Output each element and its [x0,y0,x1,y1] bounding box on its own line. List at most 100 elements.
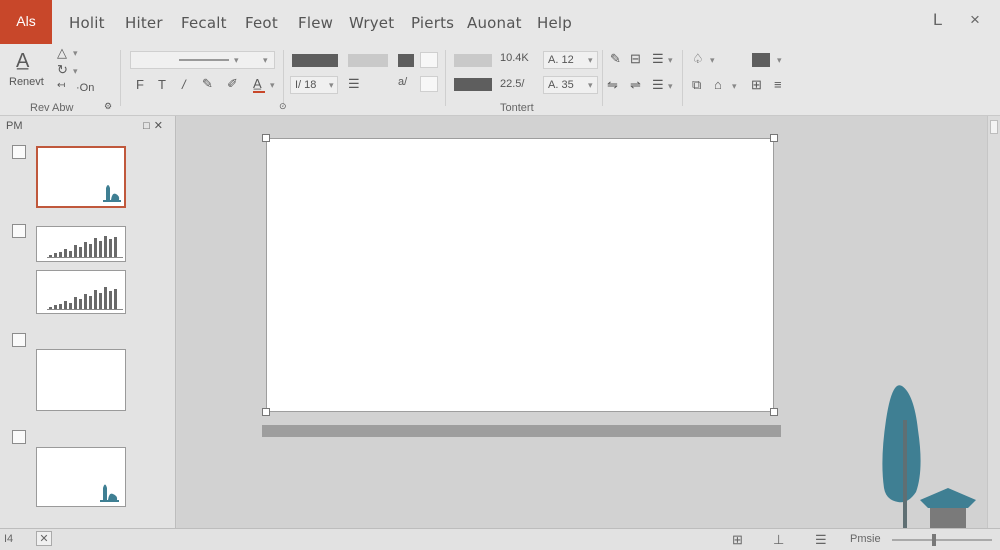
reading-view-icon[interactable]: ☰ [815,532,827,548]
spacing-value-b: A. 35 [548,79,574,91]
renew-button[interactable]: Renevt [9,76,44,88]
spacing-value-a: A. 12 [548,54,574,66]
dialog-launcher-icon[interactable]: ⊙ [279,102,287,111]
chevron-down-icon[interactable]: ▾ [270,80,275,91]
chevron-down-icon[interactable]: ▾ [668,81,673,92]
triangle-icon[interactable]: △ [57,46,67,59]
dialog-launcher-icon[interactable]: ⚙ [104,102,112,111]
notes-bar[interactable] [262,425,781,437]
shuffle-icon[interactable]: ⇌ [630,78,641,91]
resize-handle[interactable] [262,408,270,416]
slide-thumbnail-4[interactable] [36,349,126,411]
scroll-thumb[interactable] [990,120,998,134]
chevron-down-icon[interactable]: ▾ [777,55,782,66]
highlighter-icon[interactable]: ✐ [227,77,238,90]
shape-icon[interactable]: ♤ [692,52,704,65]
menu-item-wryet[interactable]: Wryet [349,14,394,32]
slide-counter: I4 [4,533,14,545]
style-dark-swatch[interactable] [292,54,338,67]
panel-title: PM [6,120,23,132]
text-button[interactable]: T [158,78,166,91]
slide-checkbox[interactable] [12,145,26,159]
strikethrough-icon[interactable]: a/ [398,77,407,88]
font-size-dropdown[interactable]: I/ 18 ▾ [290,76,338,94]
resize-handle[interactable] [770,134,778,142]
slide-thumbnail-5[interactable] [36,447,126,507]
minimize-button[interactable]: L [933,10,942,30]
spacing-dropdown-a[interactable]: A. 12 ▾ [543,51,598,69]
zoom-slider-knob[interactable] [932,534,936,546]
sorter-view-icon[interactable]: ⊥ [773,532,784,548]
slide-thumbnail-3[interactable] [36,270,126,314]
chevron-down-icon: ▾ [263,55,268,65]
menu-item-help[interactable]: Help [537,14,572,32]
zoom-label: Pmsie [850,533,881,545]
italic-button[interactable]: / [182,78,186,91]
menu-item-pierts[interactable]: Pierts [411,14,454,32]
menu-item-hiter[interactable]: Hiter [125,14,163,32]
menu-item-feot[interactable]: Feot [245,14,278,32]
menu-item-flew[interactable]: Flew [298,14,333,32]
close-window-button[interactable]: × [970,10,980,30]
chevron-down-icon[interactable]: ▾ [668,55,673,66]
panel-restore-button[interactable]: □ [143,120,154,132]
slide-thumbnail-1[interactable] [36,146,126,208]
font-size-value: I/ 18 [295,79,317,91]
layer-icon[interactable] [752,53,770,67]
bar-chart-icon [47,236,123,258]
slide-thumbnail-2[interactable] [36,226,126,262]
copy-icon[interactable]: ⧉ [692,78,701,91]
spacing-dropdown-b[interactable]: A. 35 ▾ [543,76,598,94]
style-small-swatch[interactable] [398,54,414,67]
pencil-icon[interactable]: ✎ [610,52,621,65]
link-icon[interactable]: ⇋ [607,78,618,91]
slide-checkbox[interactable] [12,430,26,444]
para-swatch-dark[interactable] [454,78,492,91]
status-close-button[interactable]: ✕ [36,531,52,546]
chevron-down-icon: ▾ [234,55,239,65]
blank-swatch[interactable] [420,76,438,92]
group-label-rev: Rev Abw [30,102,74,114]
app-file-tab[interactable]: Als [0,0,52,44]
slide-checkbox[interactable] [12,333,26,347]
menu-item-auonat[interactable]: Auonat [467,14,522,32]
chevron-down-icon[interactable]: ▾ [73,66,78,77]
text-cursor-icon[interactable]: A̲ [16,51,29,71]
para-swatch-light[interactable] [454,54,492,67]
lock-icon[interactable]: ⌂ [714,78,722,91]
bars-icon[interactable]: ≡ [774,78,782,91]
chevron-down-icon: ▾ [329,80,334,90]
ribbon-separator [682,50,683,106]
refresh-icon[interactable]: ↻ [57,63,68,76]
menu-item-holit[interactable]: Holit [69,14,105,32]
bold-button[interactable]: F [136,78,144,91]
ribbon-separator [602,50,603,106]
menu-icon[interactable]: ☰ [652,52,664,65]
slide-checkbox[interactable] [12,224,26,238]
chevron-down-icon[interactable]: ▾ [732,81,737,92]
chevron-down-icon[interactable]: ▾ [73,48,78,59]
style-light-swatch[interactable] [348,54,388,67]
arrow-left-icon[interactable]: ↤ [57,81,65,91]
chevron-down-icon[interactable]: ▾ [710,55,715,66]
style-white-swatch[interactable] [420,52,438,68]
zoom-slider[interactable] [892,539,992,541]
list-icon[interactable]: ⊟ [630,52,641,65]
group-label-tontert: Tontert [500,102,534,114]
menu-icon[interactable]: ☰ [652,78,664,91]
current-slide[interactable] [266,138,774,412]
resize-handle[interactable] [770,408,778,416]
tree-icon [103,185,121,202]
on-toggle[interactable]: ·On [76,82,94,94]
vertical-scrollbar[interactable] [987,116,1000,528]
ribbon-separator [283,50,284,106]
font-color-icon[interactable]: A̲ [253,77,262,90]
panel-close-button[interactable]: ✕ [154,120,167,132]
font-name-dropdown[interactable]: ▾ ▾ [130,51,275,69]
menu-item-fecalt[interactable]: Fecalt [181,14,227,32]
normal-view-icon[interactable]: ⊞ [732,532,743,548]
resize-handle[interactable] [262,134,270,142]
align-icon[interactable]: ☰ [348,77,360,90]
pen-icon[interactable]: ✎ [202,77,213,90]
grid-icon[interactable]: ⊞ [751,78,762,91]
